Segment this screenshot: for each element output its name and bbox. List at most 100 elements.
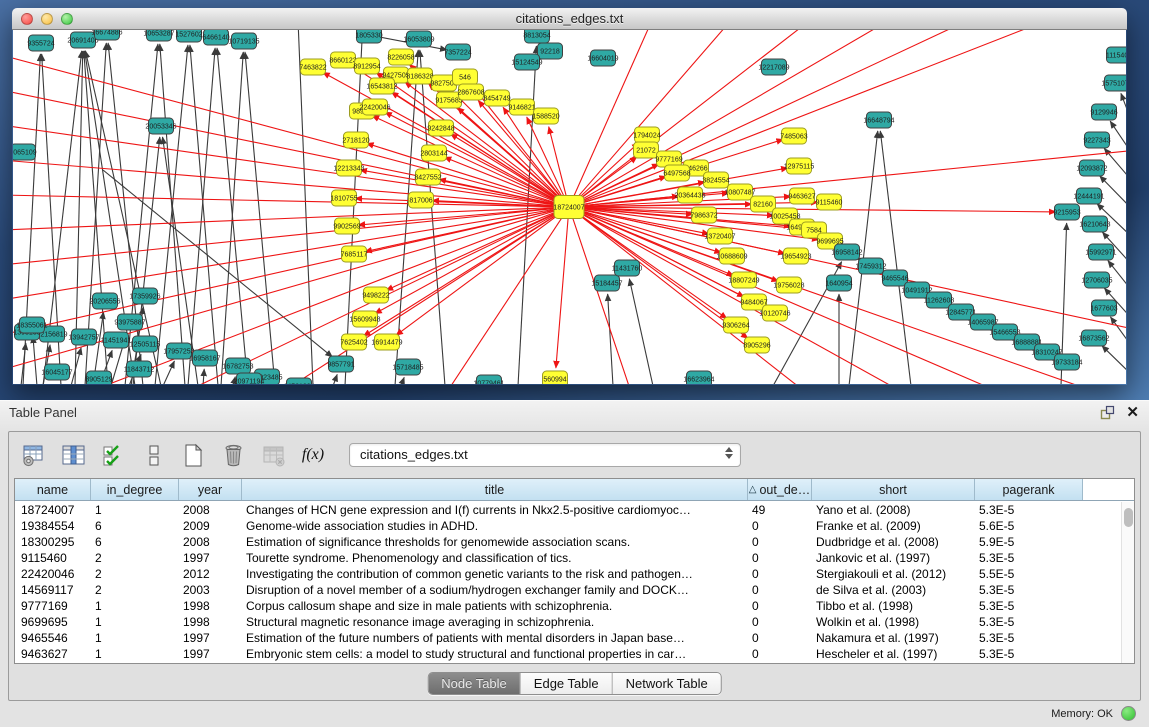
cell-short[interactable]: Yano et al. (2008) xyxy=(812,502,975,518)
cell-title[interactable]: Genome-wide association studies in ADHD. xyxy=(242,518,748,534)
network-window-titlebar[interactable]: citations_edges.txt xyxy=(12,8,1127,30)
cell-short[interactable]: Nakamura et al. (1997) xyxy=(812,630,975,646)
network-node[interactable]: 9465546 xyxy=(881,270,908,286)
network-node[interactable]: 16782753 xyxy=(222,358,253,374)
network-node[interactable]: 2718120 xyxy=(342,132,369,148)
network-node[interactable]: 9227343 xyxy=(1083,132,1110,148)
cell-year[interactable]: 2012 xyxy=(179,566,242,582)
network-node[interactable]: 8427552 xyxy=(414,169,441,185)
cell-out_degree[interactable]: 0 xyxy=(748,582,812,598)
network-node[interactable]: 8813054 xyxy=(523,30,550,43)
network-edge[interactable] xyxy=(629,279,653,384)
cell-year[interactable]: 1997 xyxy=(179,550,242,566)
cell-short[interactable]: Stergiakouli et al. (2012) xyxy=(812,566,975,582)
network-node[interactable]: 10779461 xyxy=(473,375,504,384)
network-node[interactable]: 15124549 xyxy=(511,54,542,70)
network-node[interactable]: 2867608 xyxy=(457,84,484,100)
column-header-name[interactable]: name xyxy=(15,479,91,500)
network-node[interactable]: 9355724 xyxy=(27,35,54,51)
network-node[interactable]: 12706035 xyxy=(1081,272,1112,288)
cell-year[interactable]: 2009 xyxy=(179,518,242,534)
network-node[interactable]: 13942757 xyxy=(68,329,99,345)
cell-name[interactable]: 18300295 xyxy=(15,534,91,550)
cell-year[interactable]: 1997 xyxy=(179,646,242,662)
network-node[interactable]: 2065109 xyxy=(13,144,37,160)
network-node[interactable]: 22420046 xyxy=(359,99,390,115)
cell-year[interactable]: 2008 xyxy=(179,502,242,518)
cell-title[interactable]: Estimation of significance thresholds fo… xyxy=(242,534,748,550)
network-node[interactable]: 10653287 xyxy=(143,30,174,41)
network-node[interactable]: 9129946 xyxy=(1090,104,1117,120)
network-node[interactable]: 11431760 xyxy=(612,260,643,276)
cell-pagerank[interactable]: 5.3E-5 xyxy=(975,630,1083,646)
network-node[interactable]: 8226058 xyxy=(387,49,414,65)
cell-short[interactable]: Dudbridge et al. (2008) xyxy=(812,534,975,550)
network-node[interactable]: 20206556 xyxy=(89,293,120,309)
network-edge[interactable] xyxy=(1121,93,1126,125)
network-node[interactable]: 16604019 xyxy=(587,50,618,66)
cell-name[interactable]: 14569117 xyxy=(15,582,91,598)
network-node[interactable]: 12093872 xyxy=(1076,160,1107,176)
network-node[interactable]: 1794024 xyxy=(633,127,660,143)
network-node[interactable]: 1677603 xyxy=(1090,300,1117,316)
network-node[interactable]: 6497568 xyxy=(663,165,690,181)
network-edge[interactable] xyxy=(1108,261,1126,292)
cell-out_degree[interactable]: 0 xyxy=(748,598,812,614)
network-edge[interactable] xyxy=(190,45,218,384)
network-node[interactable]: 9857791 xyxy=(327,356,354,372)
network-node[interactable]: 14561204 xyxy=(283,378,314,384)
network-node[interactable]: 18355061 xyxy=(16,317,47,333)
table-mode-icon[interactable] xyxy=(19,441,47,469)
cell-in_degree[interactable]: 2 xyxy=(91,582,179,598)
network-node[interactable]: 8905296 xyxy=(743,337,770,353)
network-edge[interactable] xyxy=(578,30,893,202)
cell-year[interactable]: 1997 xyxy=(179,630,242,646)
cell-pagerank[interactable]: 5.3E-5 xyxy=(975,582,1083,598)
cell-name[interactable]: 9115460 xyxy=(15,550,91,566)
cell-title[interactable]: Tourette syndrome. Phenomenology and cla… xyxy=(242,550,748,566)
cell-out_degree[interactable]: 0 xyxy=(748,646,812,662)
network-node[interactable]: 16543812 xyxy=(366,78,397,94)
cell-year[interactable]: 1998 xyxy=(179,614,242,630)
cell-pagerank[interactable]: 5.3E-5 xyxy=(975,550,1083,566)
network-node[interactable]: 93975887 xyxy=(114,314,145,330)
cell-short[interactable]: Jankovic et al. (1997) xyxy=(812,550,975,566)
network-node[interactable]: 15184457 xyxy=(591,275,622,291)
cell-title[interactable]: Changes of HCN gene expression and I(f) … xyxy=(242,502,748,518)
row-height-icon[interactable] xyxy=(139,441,167,469)
network-graph[interactable]: 1872400774638228660123891295482260589427… xyxy=(13,30,1126,384)
network-node[interactable]: 9215953 xyxy=(1053,204,1080,220)
column-header-year[interactable]: year xyxy=(179,479,242,500)
cell-pagerank[interactable]: 5.9E-5 xyxy=(975,534,1083,550)
network-edge[interactable] xyxy=(203,369,204,384)
network-edge[interactable] xyxy=(273,212,561,384)
cell-pagerank[interactable]: 5.3E-5 xyxy=(975,646,1083,662)
network-node[interactable]: 6466140 xyxy=(202,30,229,45)
network-node[interactable]: 9115460 xyxy=(816,194,843,210)
cell-title[interactable]: Structural magnetic resonance image aver… xyxy=(242,614,748,630)
network-edge[interactable] xyxy=(163,361,174,384)
minimize-window-button[interactable] xyxy=(41,13,53,25)
cell-in_degree[interactable]: 6 xyxy=(91,534,179,550)
column-header-in_degree[interactable]: in_degree xyxy=(91,479,179,500)
close-window-button[interactable] xyxy=(21,13,33,25)
cell-in_degree[interactable]: 1 xyxy=(91,598,179,614)
network-edge[interactable] xyxy=(578,30,973,203)
table-row[interactable]: 1830029562008Estimation of significance … xyxy=(15,534,1121,550)
network-node[interactable]: 13720407 xyxy=(704,228,735,244)
cell-pagerank[interactable]: 5.3E-5 xyxy=(975,614,1083,630)
network-edge[interactable] xyxy=(155,45,188,384)
network-node[interactable]: 82160 xyxy=(751,196,776,212)
network-node[interactable]: 9242848 xyxy=(427,120,454,136)
cell-in_degree[interactable]: 2 xyxy=(91,550,179,566)
network-edge[interactable] xyxy=(13,208,559,265)
cell-out_degree[interactable]: 0 xyxy=(748,534,812,550)
close-panel-icon[interactable]: ✕ xyxy=(1126,405,1139,420)
network-node[interactable]: 7986372 xyxy=(690,207,717,223)
network-node[interactable]: 12975115 xyxy=(784,158,815,174)
network-node[interactable]: 20971194 xyxy=(234,373,265,384)
cell-short[interactable]: Tibbo et al. (1998) xyxy=(812,598,975,614)
network-node[interactable]: 19756028 xyxy=(773,277,804,293)
cell-short[interactable]: Hescheler et al. (1997) xyxy=(812,646,975,662)
network-node[interactable]: 16958167 xyxy=(189,350,220,366)
